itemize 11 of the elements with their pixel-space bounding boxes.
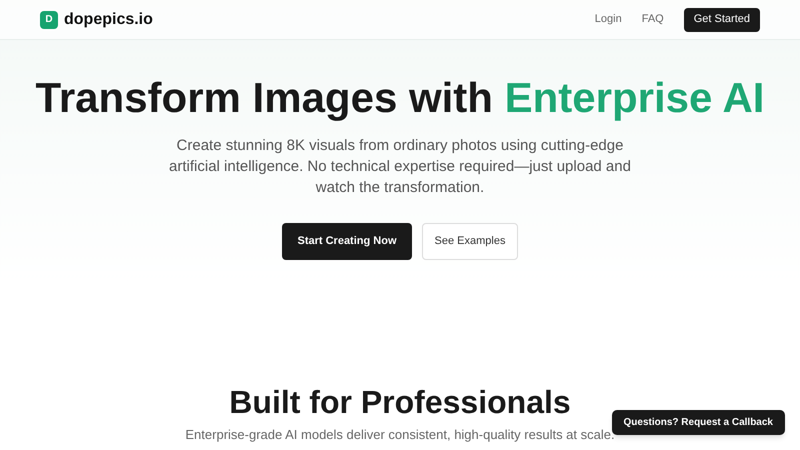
nav-link[interactable]: FAQ (642, 11, 664, 28)
start-creating-button[interactable]: Start Creating Now (282, 223, 412, 260)
section-title: Built for Professionals (229, 383, 571, 422)
callback-button[interactable]: Questions? Request a Callback (612, 410, 785, 435)
hero-title: Transform Images with Enterprise AI (36, 74, 764, 122)
hero-subtitle: Create stunning 8K visuals from ordinary photos using cutting-edge artificial intelligence. No technical expertise required—just upload and watch the transformation. (168, 136, 632, 198)
see-examples-button[interactable]: See Examples (422, 223, 518, 260)
nav-link[interactable]: Login (594, 11, 622, 28)
logo-icon: D (40, 10, 58, 28)
brand-link[interactable]: dopepics.io (64, 8, 153, 32)
get-started-button[interactable]: Get Started (684, 8, 760, 32)
